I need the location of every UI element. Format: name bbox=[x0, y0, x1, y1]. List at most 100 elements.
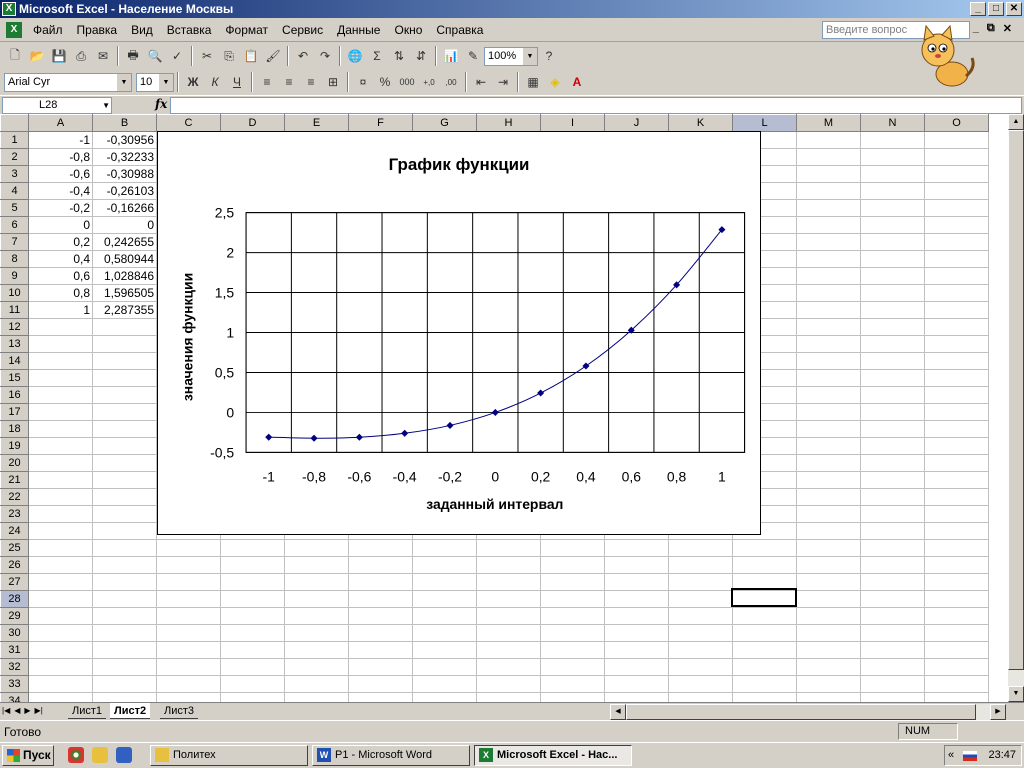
cell[interactable]: 1,028846 bbox=[92, 267, 157, 285]
row-header[interactable]: 3 bbox=[0, 165, 29, 183]
cell[interactable] bbox=[924, 641, 989, 659]
cell[interactable] bbox=[540, 607, 605, 625]
column-header[interactable]: K bbox=[668, 114, 733, 132]
chevron-down-icon[interactable]: ▼ bbox=[117, 73, 131, 91]
cell[interactable]: 2,287355 bbox=[92, 301, 157, 319]
column-header[interactable]: L bbox=[732, 114, 797, 132]
cell[interactable] bbox=[860, 471, 925, 489]
column-header[interactable]: H bbox=[476, 114, 541, 132]
cell[interactable] bbox=[28, 437, 93, 455]
print-preview-icon[interactable]: 🔍 bbox=[144, 45, 166, 67]
row-header[interactable]: 10 bbox=[0, 284, 29, 302]
cell[interactable] bbox=[796, 284, 861, 302]
column-header[interactable]: B bbox=[92, 114, 157, 132]
cell[interactable] bbox=[668, 556, 733, 574]
cell[interactable] bbox=[860, 454, 925, 472]
row-header[interactable]: 25 bbox=[0, 539, 29, 557]
chevron-down-icon[interactable]: ▼ bbox=[159, 73, 173, 91]
cell[interactable] bbox=[924, 318, 989, 336]
cell[interactable] bbox=[220, 692, 285, 702]
cell[interactable] bbox=[668, 641, 733, 659]
cell[interactable]: -0,30988 bbox=[92, 165, 157, 183]
cell[interactable] bbox=[156, 556, 221, 574]
row-header[interactable]: 13 bbox=[0, 335, 29, 353]
cell[interactable] bbox=[476, 692, 541, 702]
spelling-icon[interactable]: ✓ bbox=[166, 45, 188, 67]
cell[interactable] bbox=[28, 675, 93, 693]
cell[interactable] bbox=[924, 420, 989, 438]
horizontal-scrollbar[interactable]: ◀ ▶ bbox=[610, 704, 1006, 720]
align-center-icon[interactable]: ≡ bbox=[278, 71, 300, 93]
cell[interactable] bbox=[860, 182, 925, 200]
cell[interactable] bbox=[92, 590, 157, 608]
row-header[interactable]: 17 bbox=[0, 403, 29, 421]
cell[interactable] bbox=[28, 403, 93, 421]
cell[interactable] bbox=[348, 624, 413, 642]
cell[interactable] bbox=[796, 505, 861, 523]
doc-restore-button[interactable]: ⧉ bbox=[987, 22, 995, 35]
cell[interactable] bbox=[924, 386, 989, 404]
cell[interactable] bbox=[604, 539, 669, 557]
cell[interactable] bbox=[924, 301, 989, 319]
cell[interactable]: -0,30956 bbox=[92, 131, 157, 149]
cell[interactable] bbox=[284, 624, 349, 642]
increase-indent-icon[interactable]: ⇥ bbox=[492, 71, 514, 93]
cell[interactable] bbox=[796, 148, 861, 166]
cell[interactable] bbox=[860, 675, 925, 693]
fill-color-icon[interactable]: ◈ bbox=[544, 71, 566, 93]
cell[interactable] bbox=[348, 607, 413, 625]
cell[interactable] bbox=[92, 539, 157, 557]
cell[interactable] bbox=[668, 692, 733, 702]
column-header[interactable]: G bbox=[412, 114, 477, 132]
borders-icon[interactable]: ▦ bbox=[522, 71, 544, 93]
cell[interactable] bbox=[604, 607, 669, 625]
cell[interactable] bbox=[28, 692, 93, 702]
cell[interactable] bbox=[668, 590, 733, 608]
menu-insert[interactable]: Вставка bbox=[160, 19, 219, 41]
cell[interactable] bbox=[924, 250, 989, 268]
cell[interactable] bbox=[284, 675, 349, 693]
cell[interactable] bbox=[732, 675, 797, 693]
cell[interactable] bbox=[92, 335, 157, 353]
cell[interactable] bbox=[924, 573, 989, 591]
cell[interactable]: -0,26103 bbox=[92, 182, 157, 200]
cell[interactable] bbox=[92, 352, 157, 370]
cell[interactable] bbox=[796, 675, 861, 693]
cell[interactable] bbox=[860, 590, 925, 608]
cell[interactable] bbox=[28, 454, 93, 472]
cell[interactable] bbox=[412, 590, 477, 608]
row-header[interactable]: 18 bbox=[0, 420, 29, 438]
row-header[interactable]: 5 bbox=[0, 199, 29, 217]
cell[interactable]: 0 bbox=[92, 216, 157, 234]
first-sheet-icon[interactable]: |◀ bbox=[2, 706, 10, 715]
cell[interactable] bbox=[348, 590, 413, 608]
cell[interactable] bbox=[924, 403, 989, 421]
cell[interactable] bbox=[348, 658, 413, 676]
cell[interactable] bbox=[540, 539, 605, 557]
row-header[interactable]: 1 bbox=[0, 131, 29, 149]
row-header[interactable]: 4 bbox=[0, 182, 29, 200]
row-header[interactable]: 32 bbox=[0, 658, 29, 676]
cell[interactable] bbox=[284, 692, 349, 702]
cell[interactable] bbox=[924, 454, 989, 472]
cell[interactable] bbox=[92, 505, 157, 523]
cell[interactable] bbox=[540, 590, 605, 608]
permission-icon[interactable]: ⎙ bbox=[70, 45, 92, 67]
formula-input[interactable] bbox=[170, 97, 1022, 114]
menu-edit[interactable]: Правка bbox=[70, 19, 125, 41]
row-header[interactable]: 6 bbox=[0, 216, 29, 234]
row-header[interactable]: 11 bbox=[0, 301, 29, 319]
align-left-icon[interactable]: ≡ bbox=[256, 71, 278, 93]
data-point[interactable] bbox=[537, 389, 545, 397]
cell[interactable] bbox=[604, 624, 669, 642]
cell[interactable] bbox=[732, 658, 797, 676]
cell[interactable] bbox=[28, 539, 93, 557]
cell[interactable] bbox=[924, 165, 989, 183]
cell[interactable] bbox=[732, 624, 797, 642]
cell[interactable] bbox=[668, 607, 733, 625]
cell[interactable] bbox=[860, 437, 925, 455]
cell[interactable] bbox=[796, 607, 861, 625]
cell[interactable] bbox=[924, 233, 989, 251]
sort-asc-icon[interactable]: ⇅ bbox=[388, 45, 410, 67]
cell[interactable] bbox=[924, 590, 989, 608]
